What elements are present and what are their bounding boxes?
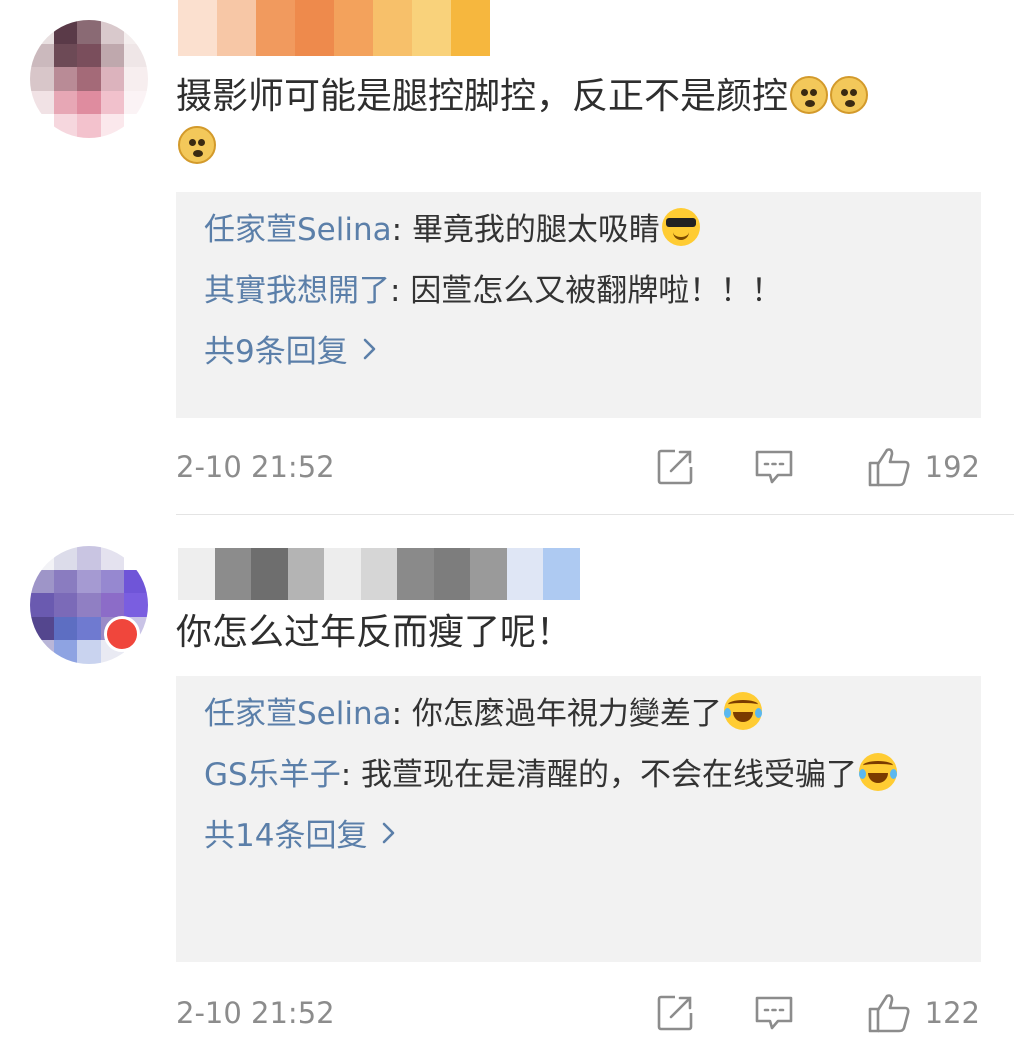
reply-item[interactable]: 任家萱Selina: 畢竟我的腿太吸睛 (204, 208, 953, 252)
comment-button[interactable] (753, 447, 795, 487)
reply-item[interactable]: 其實我想開了: 因萱怎么又被翻牌啦！！！ (204, 269, 953, 313)
reply-separator: : (391, 696, 412, 732)
forward-icon (657, 449, 692, 485)
forward-icon (657, 995, 692, 1031)
reply-separator: : (390, 273, 411, 309)
avatar[interactable] (30, 20, 148, 138)
like-button[interactable]: 192 (867, 446, 980, 488)
reply-author[interactable]: 任家萱Selina (204, 696, 392, 732)
comment-text: 你怎么过年反而瘦了呢！ (176, 608, 980, 658)
reply-count-label[interactable]: 共9条回复 (204, 330, 348, 374)
doge-emoji (790, 76, 829, 114)
laugh-cry-emoji (723, 692, 762, 730)
reply-text: 你怎麼過年視力變差了 (411, 696, 722, 732)
view-all-replies-link[interactable]: 共9条回复 (204, 330, 953, 374)
doge-emoji (830, 76, 869, 114)
timestamp: 2-10 21:52 (176, 450, 335, 484)
like-count: 122 (924, 996, 980, 1030)
comment-item: 摄影师可能是腿控脚控，反正不是颜控 任家萱Selina: 畢竟我的腿太吸睛 其實… (0, 0, 1014, 515)
like-button[interactable]: 122 (867, 992, 980, 1034)
thumbs-up-icon (868, 448, 910, 487)
comment-body: 你怎么过年反而瘦了呢！ (176, 612, 573, 653)
username-blurred[interactable] (178, 0, 490, 56)
forward-button[interactable] (655, 993, 695, 1033)
doge-emoji (178, 126, 216, 164)
reply-text: 畢竟我的腿太吸睛 (411, 212, 660, 248)
reply-text: 我萱现在是清醒的，不会在线受骗了 (361, 757, 858, 793)
timestamp: 2-10 21:52 (176, 996, 335, 1030)
verified-badge (104, 616, 140, 652)
thumbs-up-icon (868, 994, 910, 1033)
reply-item[interactable]: 任家萱Selina: 你怎麼過年視力變差了 (204, 692, 953, 736)
cool-emoji (661, 208, 700, 246)
comment-item: 你怎么过年反而瘦了呢！ 任家萱Selina: 你怎麼過年視力變差了 GS乐羊子:… (0, 516, 1014, 1040)
comment-icon (755, 996, 792, 1030)
reply-preview-box[interactable]: 任家萱Selina: 畢竟我的腿太吸睛 其實我想開了: 因萱怎么又被翻牌啦！！！… (176, 192, 981, 418)
comment-button[interactable] (753, 993, 795, 1033)
reply-preview-box[interactable]: 任家萱Selina: 你怎麼過年視力變差了 GS乐羊子: 我萱现在是清醒的，不会… (176, 676, 981, 962)
view-all-replies-link[interactable]: 共14条回复 (204, 814, 953, 858)
chevron-right-icon (362, 330, 378, 374)
chevron-right-icon (381, 814, 397, 858)
reply-separator: : (391, 212, 412, 248)
like-count: 192 (924, 450, 980, 484)
reply-author[interactable]: 其實我想開了 (204, 273, 390, 309)
comment-footer: 2-10 21:52 122 (176, 988, 980, 1038)
laugh-cry-emoji (859, 753, 898, 791)
reply-author[interactable]: GS乐羊子 (204, 757, 341, 793)
comment-text: 摄影师可能是腿控脚控，反正不是颜控 (176, 72, 980, 172)
comment-footer: 2-10 21:52 192 (176, 442, 980, 492)
username-blurred[interactable] (178, 548, 581, 600)
reply-separator: : (340, 757, 362, 793)
comment-body: 摄影师可能是腿控脚控，反正不是颜控 (176, 76, 789, 117)
reply-item[interactable]: GS乐羊子: 我萱现在是清醒的，不会在线受骗了 (204, 753, 953, 797)
reply-author[interactable]: 任家萱Selina (204, 212, 392, 248)
forward-button[interactable] (655, 447, 695, 487)
reply-text: 因萱怎么又被翻牌啦！！！ (410, 273, 783, 309)
divider (176, 514, 1014, 515)
comment-icon (755, 450, 792, 484)
reply-count-label[interactable]: 共14条回复 (204, 814, 367, 858)
